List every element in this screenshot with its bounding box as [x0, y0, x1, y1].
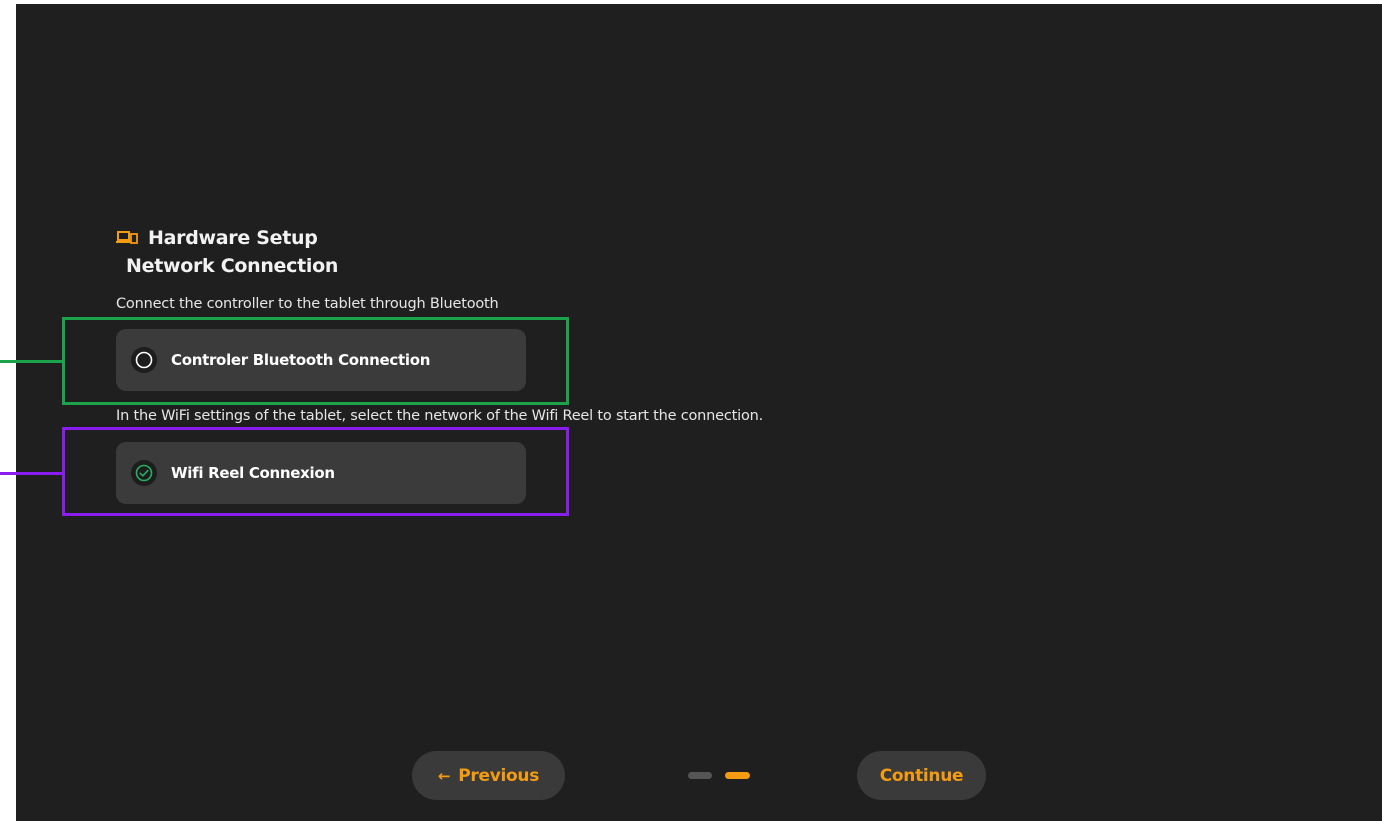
page-indicator-1 [688, 772, 712, 779]
title-row: Hardware Setup [116, 225, 338, 251]
page-subtitle: Network Connection [126, 255, 339, 277]
continue-label: Continue [879, 765, 964, 786]
setup-screen: Hardware Setup Network Connection Connec… [16, 4, 1382, 821]
bluetooth-annotation-line [0, 360, 62, 363]
page-title: Hardware Setup [148, 227, 318, 249]
page-indicator-2 [725, 772, 750, 779]
devices-icon [116, 230, 138, 246]
page-header: Hardware Setup Network Connection [116, 225, 338, 277]
bluetooth-highlight-box [62, 317, 569, 405]
arrow-left-icon: ← [437, 766, 451, 785]
continue-button[interactable]: Continue [857, 751, 986, 800]
wifi-highlight-box [62, 427, 569, 516]
previous-label: Previous [458, 765, 540, 786]
wifi-instruction: In the WiFi settings of the tablet, sele… [116, 408, 764, 424]
previous-button[interactable]: ← Previous [412, 751, 565, 800]
bluetooth-instruction: Connect the controller to the tablet thr… [116, 296, 499, 312]
wifi-annotation-line [0, 472, 62, 475]
